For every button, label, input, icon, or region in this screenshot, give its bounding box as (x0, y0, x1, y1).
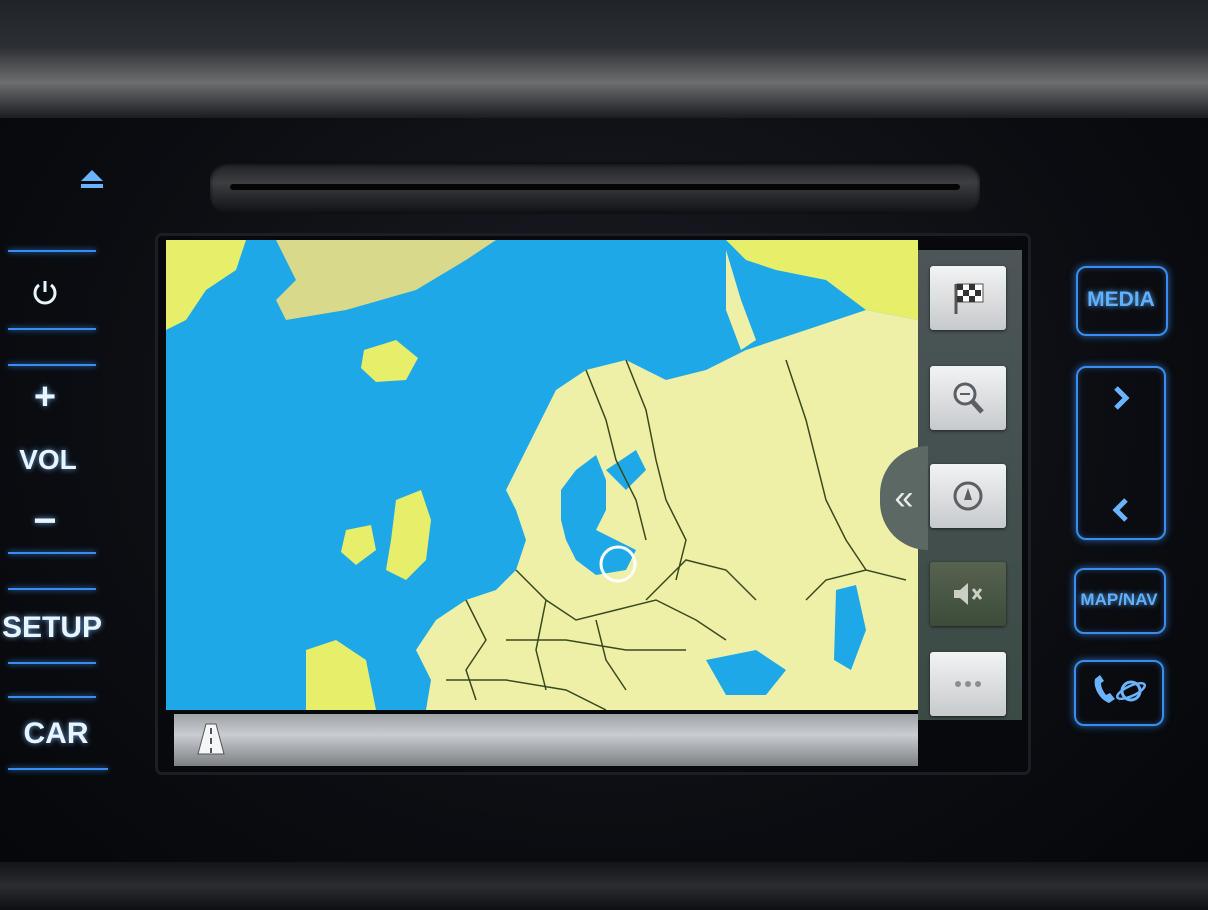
mute-speaker-icon (954, 583, 983, 605)
left-divider (8, 328, 96, 330)
volume-down-button[interactable]: − (12, 498, 78, 544)
left-divider (8, 250, 96, 252)
power-icon (33, 281, 57, 305)
seek-next-button[interactable] (1096, 376, 1146, 420)
phone-icon (1094, 675, 1147, 703)
compass-icon (953, 481, 983, 511)
road-icon (197, 723, 225, 755)
cd-slot (210, 162, 980, 214)
mute-guidance-button[interactable] (930, 562, 1006, 626)
ellipsis-icon (955, 681, 981, 687)
left-divider (8, 696, 96, 698)
chevron-right-icon (1114, 386, 1130, 410)
destination-flag-button[interactable] (930, 266, 1006, 330)
setup-button[interactable]: SETUP (2, 600, 102, 656)
left-divider (8, 364, 96, 366)
chevron-left-icon (1112, 498, 1128, 522)
checkered-flag-icon (954, 283, 984, 314)
left-divider (8, 552, 96, 554)
zoom-button[interactable] (930, 366, 1006, 430)
volume-up-button[interactable]: + (12, 374, 78, 420)
seek-prev-button[interactable] (1096, 488, 1146, 532)
route-info-bar[interactable] (174, 714, 918, 766)
left-divider (8, 662, 96, 664)
left-divider (8, 768, 108, 770)
compass-button[interactable] (930, 464, 1006, 528)
eject-icon (81, 170, 103, 188)
double-chevron-left-icon: « (894, 478, 914, 517)
dashboard-trim-bottom (0, 862, 1208, 910)
eject-button[interactable] (70, 162, 114, 196)
map-nav-button[interactable]: MAP/NAV (1074, 572, 1164, 628)
europe-map[interactable] (166, 240, 918, 710)
media-button[interactable]: MEDIA (1078, 270, 1164, 330)
left-divider (8, 588, 96, 590)
dashboard-trim-top (0, 0, 1208, 118)
more-options-button[interactable] (930, 652, 1006, 716)
magnifier-icon (953, 382, 984, 414)
navigation-screen: « (158, 236, 1028, 772)
power-button[interactable] (10, 262, 80, 322)
car-button[interactable]: CAR (6, 706, 106, 762)
volume-label: VOL (19, 444, 77, 475)
phone-button[interactable] (1078, 664, 1158, 720)
